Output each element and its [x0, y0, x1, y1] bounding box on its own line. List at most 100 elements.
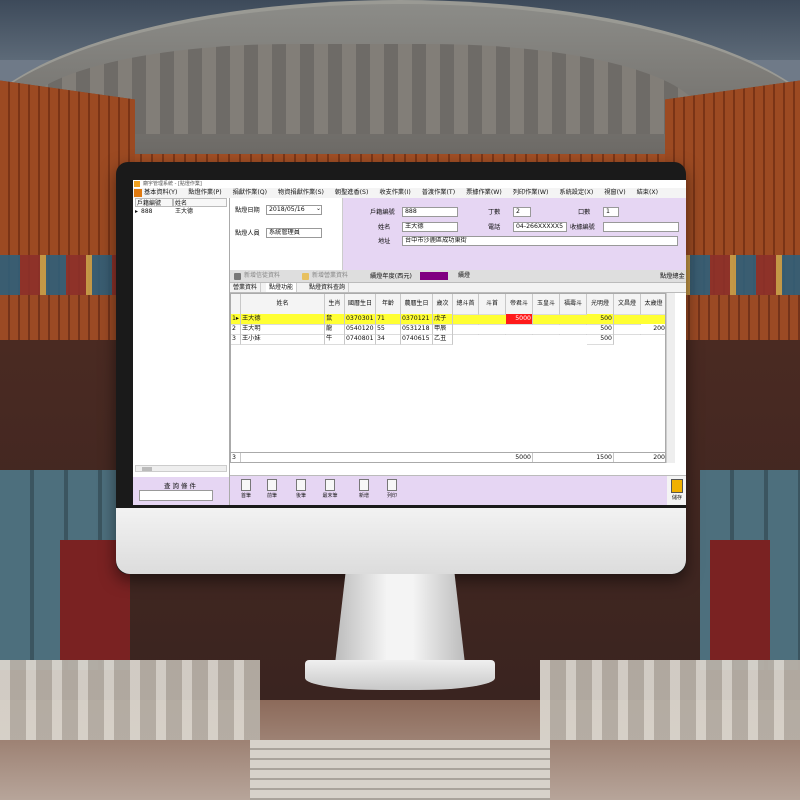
- cell-fushou[interactable]: [560, 324, 587, 325]
- males-field[interactable]: 2: [513, 207, 531, 217]
- print-button[interactable]: 列印: [380, 478, 404, 504]
- cell-dou[interactable]: [479, 334, 506, 335]
- cell-dou[interactable]: [479, 314, 506, 315]
- add-page-icon: [359, 479, 369, 491]
- lamp-date-label: 點燈日期: [235, 207, 260, 214]
- cell-yuhuang[interactable]: [533, 324, 560, 325]
- total-dijun: 5000: [506, 453, 533, 462]
- add-record-label: 新增: [358, 493, 369, 499]
- name-field[interactable]: 王大德: [402, 222, 458, 232]
- cell-dou[interactable]: [479, 324, 506, 325]
- new-family-button[interactable]: 新增營業資料: [300, 271, 366, 281]
- hdr-yuhuang[interactable]: 玉皇斗: [533, 294, 560, 314]
- hdr-solar-birthday[interactable]: 國曆生日: [345, 294, 376, 314]
- hdr-year[interactable]: 歲次: [433, 294, 453, 314]
- hdr-taisui[interactable]: 太歲燈: [641, 294, 665, 314]
- app-window: 廟宇管理系統 - [點燈作業] 基本資料(Y) 點燈作業(P) 捐獻作業(Q) …: [133, 180, 686, 505]
- next-page-icon: [296, 479, 306, 491]
- red-panel-right: [710, 540, 770, 660]
- cell-wenchang[interactable]: [614, 314, 641, 315]
- table-row[interactable]: 1▸ 王大德 鼠 0370301 71 0370121 戊子 5000 500: [231, 314, 665, 325]
- cell-taisui[interactable]: [641, 334, 665, 335]
- menu-settings[interactable]: 系統設定(X): [559, 188, 593, 198]
- cell-chief-dou[interactable]: [453, 324, 479, 325]
- address-field[interactable]: 台中市沙鹿區成功東街: [402, 236, 678, 246]
- hdr-dijun[interactable]: 帝君斗: [506, 294, 533, 314]
- menu-window[interactable]: 視窗(V): [604, 188, 625, 198]
- menu-lamp[interactable]: 點燈作業(P): [188, 188, 221, 198]
- males-label: 丁數: [488, 209, 501, 216]
- address-label: 地址: [378, 238, 391, 245]
- cell-yuhuang[interactable]: [533, 314, 560, 315]
- list-item-name: 王大德: [175, 208, 194, 215]
- hdr-dou[interactable]: 斗首: [479, 294, 506, 314]
- menu-print[interactable]: 列印作業(W): [513, 188, 549, 198]
- phone-label: 電話: [488, 224, 501, 231]
- menu-finance[interactable]: 收支作業(I): [379, 188, 410, 198]
- menu-donation[interactable]: 捐獻作業(Q): [233, 188, 267, 198]
- cell-fushou[interactable]: [560, 314, 587, 315]
- menu-goods-donation[interactable]: 物資捐獻作業(S): [278, 188, 324, 198]
- hdr-wenchang[interactable]: 文昌燈: [614, 294, 641, 314]
- table-row[interactable]: 3 王小妹 牛 0740801 34 0740615 乙丑 500: [231, 334, 665, 345]
- hdr-zodiac[interactable]: 生肖: [325, 294, 345, 314]
- scroll-thumb[interactable]: [142, 467, 152, 471]
- last-record-button[interactable]: 最末筆: [318, 478, 342, 504]
- lamp-date-field[interactable]: 2018/05/16: [266, 205, 322, 215]
- last-record-label: 最末筆: [322, 493, 338, 499]
- cell-fushou[interactable]: [560, 334, 587, 335]
- cell-dijun[interactable]: [506, 324, 533, 325]
- hdr-age[interactable]: 年齡: [376, 294, 401, 314]
- menu-pudu[interactable]: 普渡作業(T): [422, 188, 455, 198]
- menu-bills[interactable]: 票據作業(W): [466, 188, 502, 198]
- first-record-button[interactable]: 首筆: [234, 478, 258, 504]
- household-id-field[interactable]: 888: [402, 207, 458, 217]
- menu-basic[interactable]: 基本資料(Y): [144, 188, 177, 198]
- hdr-fushou[interactable]: 福壽斗: [560, 294, 587, 314]
- stone-railing-left: [0, 660, 260, 740]
- monitor-chin: [116, 508, 686, 574]
- cell-yuhuang[interactable]: [533, 334, 560, 335]
- tab-lamp-query[interactable]: 點燈資料查詢: [306, 283, 350, 292]
- query-input[interactable]: [139, 490, 213, 501]
- cell-chief-dou[interactable]: [453, 334, 479, 335]
- renew-button[interactable]: 續燈: [452, 271, 482, 281]
- save-disk-icon: [671, 479, 683, 493]
- members-field[interactable]: 1: [603, 207, 619, 217]
- action-toolbar: 新增信徒資料 新增營業資料 續燈年度(西元) 續燈 點燈總金: [230, 270, 686, 283]
- list-item[interactable]: ▸ 888 王大德: [135, 208, 227, 216]
- cell-chief-dou[interactable]: [453, 314, 479, 315]
- cell-wenchang[interactable]: [614, 334, 641, 335]
- list-horizontal-scrollbar[interactable]: [135, 465, 227, 472]
- print-label: 列印: [386, 493, 397, 499]
- col-name[interactable]: 姓名: [173, 198, 227, 207]
- col-household-id[interactable]: 戶籍編號: [135, 198, 173, 207]
- grid-vertical-scrollbar[interactable]: [666, 293, 675, 463]
- tab-business[interactable]: 營業資料: [230, 283, 262, 292]
- save-button[interactable]: 儲存: [667, 476, 686, 505]
- next-record-button[interactable]: 後筆: [289, 478, 313, 504]
- receipt-field[interactable]: [603, 222, 679, 232]
- date-dropdown-icon[interactable]: ⌄: [316, 204, 321, 213]
- folder-icon: [302, 273, 309, 280]
- lamp-staff-field[interactable]: 系統管理員: [266, 228, 322, 238]
- cell-dijun[interactable]: [506, 334, 533, 335]
- hdr-lunar-birthday[interactable]: 農曆生日: [401, 294, 433, 314]
- tab-lamp-function[interactable]: 點燈功能: [266, 283, 298, 292]
- cell-taisui[interactable]: [641, 314, 665, 315]
- total-taisui: 200: [641, 453, 665, 462]
- hdr-guangming[interactable]: 光明燈: [587, 294, 614, 314]
- table-row[interactable]: 2 王大明 龍 0540120 55 0531218 甲辰 500 200: [231, 324, 665, 335]
- menu-app-icon[interactable]: [134, 189, 142, 197]
- renew-year-field[interactable]: [420, 272, 448, 280]
- first-record-label: 首筆: [240, 493, 251, 499]
- menu-exit[interactable]: 結束(X): [637, 188, 658, 198]
- hdr-name[interactable]: 姓名: [241, 294, 325, 314]
- new-believer-button[interactable]: 新增信徒資料: [232, 271, 298, 281]
- hdr-chief-dou[interactable]: 總斗首: [453, 294, 479, 314]
- prev-record-button[interactable]: 前筆: [260, 478, 284, 504]
- phone-field[interactable]: 04-266XXXXX5: [513, 222, 567, 232]
- menu-pilgrimage[interactable]: 朝聖進香(S): [335, 188, 369, 198]
- add-record-button[interactable]: 新增: [352, 478, 376, 504]
- cell-wenchang[interactable]: [614, 324, 641, 325]
